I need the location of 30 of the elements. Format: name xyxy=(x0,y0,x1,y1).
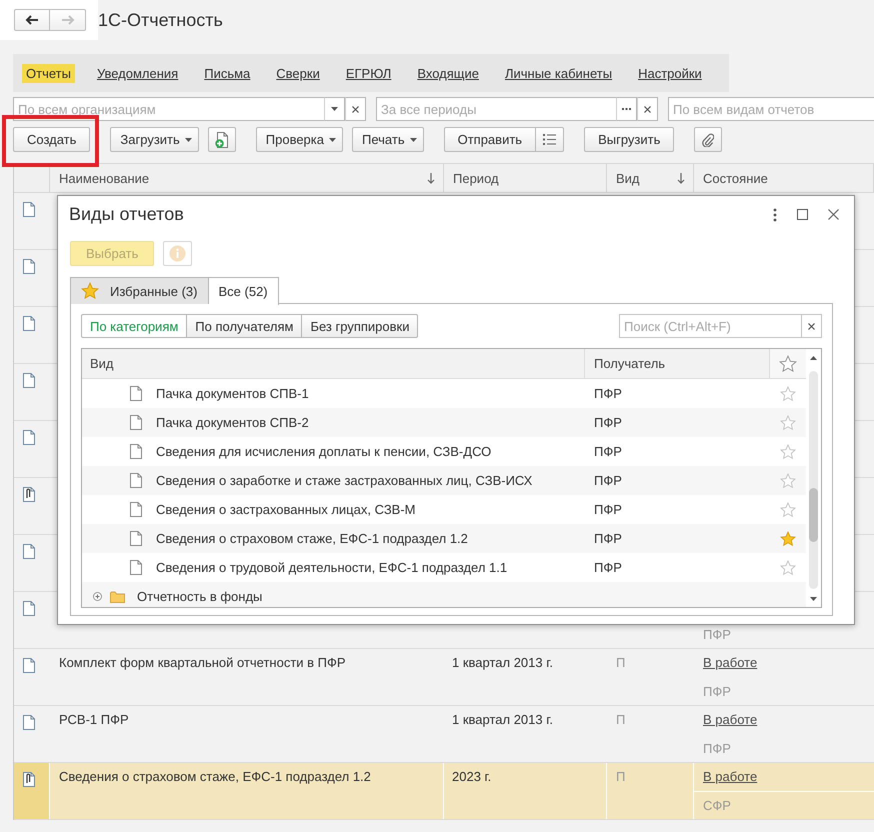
table-cell: 2023 г. xyxy=(452,769,492,784)
page-title: 1С-Отчетность xyxy=(98,9,223,31)
recipient-text: СФР xyxy=(703,798,731,812)
recipient-text: ПФР xyxy=(594,560,622,575)
recipient-text: ПФР xyxy=(594,502,622,517)
report-name: Пачка документов СПВ-2 xyxy=(156,415,309,430)
report-name: Сведения о заработке и стаже застрахованных лиц, СЗВ-ИСХ xyxy=(156,473,532,488)
report-name: Сведения о страховом стаже, ЕФС-1 подраздел 1.2 xyxy=(156,531,468,546)
recipient-text: ПФР xyxy=(703,684,731,698)
report-name: Сведения о трудовой деятельности, ЕФС-1 подраздел 1.1 xyxy=(156,560,508,575)
table-cell: Комплект форм квартальной отчетности в ПФР xyxy=(59,655,346,670)
recipient-text: ПФР xyxy=(703,742,731,756)
recipient-text: ПФР xyxy=(703,628,731,642)
recipient-text: ПФР xyxy=(594,473,622,488)
table-cell: 1 квартал 2013 г. xyxy=(452,655,553,670)
table-cell: Сведения о страховом стаже, ЕФС-1 подраздел 1.2 xyxy=(59,769,371,784)
report-name: Пачка документов СПВ-1 xyxy=(156,386,309,401)
recipient-text: ПФР xyxy=(594,444,622,459)
dialog-title: Виды отчетов xyxy=(69,204,184,225)
report-name: Сведения о застрахованных лицах, СЗВ-М xyxy=(156,502,416,517)
table-cell: П xyxy=(616,712,626,727)
table-cell: РСВ-1 ПФР xyxy=(59,712,129,727)
table-cell: П xyxy=(616,769,626,784)
recipient-text: ПФР xyxy=(594,531,622,546)
report-name: Сведения для исчисления доплаты к пенсии, СЗВ-ДСО xyxy=(156,444,492,459)
group-name: Отчетность в фонды xyxy=(137,589,262,604)
recipient-text: ПФР xyxy=(594,415,622,430)
table-cell: 1 квартал 2013 г. xyxy=(452,712,553,727)
table-cell: П xyxy=(616,655,626,670)
recipient-text: ПФР xyxy=(594,386,622,401)
